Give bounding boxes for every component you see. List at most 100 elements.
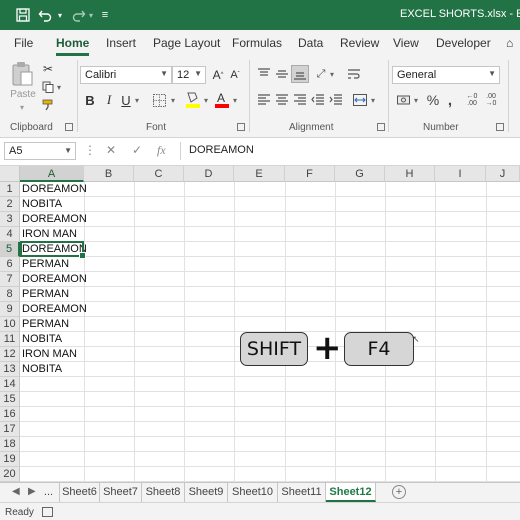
- paste-dropdown-icon[interactable]: ▾: [12, 102, 32, 112]
- sheet-tab-sheet12[interactable]: Sheet12: [326, 483, 376, 502]
- cut-icon[interactable]: ✂: [41, 62, 55, 76]
- row-header-14[interactable]: 14: [0, 377, 20, 392]
- cell-a12[interactable]: IRON MAN: [22, 347, 77, 362]
- align-top-icon[interactable]: [256, 66, 272, 82]
- enter-icon[interactable]: ✓: [132, 143, 142, 157]
- number-format-dropdown[interactable]: General ▼: [392, 66, 500, 84]
- align-right-icon[interactable]: [292, 92, 308, 108]
- row-header-15[interactable]: 15: [0, 392, 20, 407]
- row-header-1[interactable]: 1: [0, 182, 20, 197]
- merge-dropdown-icon[interactable]: ▾: [369, 94, 377, 106]
- sheet-tab-sheet10[interactable]: Sheet10: [228, 483, 278, 502]
- name-box[interactable]: A5 ▼: [4, 142, 76, 160]
- more-sheets-button[interactable]: ...: [38, 483, 60, 502]
- bold-icon[interactable]: B: [83, 92, 97, 108]
- insert-function-icon[interactable]: fx: [157, 143, 166, 158]
- font-color-dropdown-icon[interactable]: ▾: [231, 94, 239, 106]
- undo-icon[interactable]: [36, 6, 54, 24]
- column-header-d[interactable]: D: [184, 166, 234, 182]
- alignment-launcher-icon[interactable]: [377, 123, 385, 131]
- tab-formulas[interactable]: Formulas: [232, 36, 282, 50]
- row-header-4[interactable]: 4: [0, 227, 20, 242]
- sheet-tab-sheet6[interactable]: Sheet6: [60, 483, 100, 502]
- column-header-a[interactable]: A: [20, 166, 84, 182]
- format-painter-icon[interactable]: [41, 98, 55, 112]
- accessibility-icon[interactable]: [42, 507, 53, 517]
- underline-dropdown-icon[interactable]: ▾: [133, 94, 141, 106]
- row-header-8[interactable]: 8: [0, 287, 20, 302]
- row-header-20[interactable]: 20: [0, 467, 20, 482]
- accounting-format-icon[interactable]: [396, 92, 412, 108]
- column-header-e[interactable]: E: [234, 166, 285, 182]
- cell-a7[interactable]: DOREAMON: [22, 272, 87, 287]
- sheet-tab-sheet8[interactable]: Sheet8: [142, 483, 185, 502]
- font-launcher-icon[interactable]: [237, 123, 245, 131]
- underline-icon[interactable]: U: [119, 92, 133, 108]
- paste-icon[interactable]: [10, 60, 34, 88]
- row-header-5[interactable]: 5: [0, 242, 20, 257]
- row-header-12[interactable]: 12: [0, 347, 20, 362]
- borders-icon[interactable]: [151, 92, 167, 108]
- merge-center-icon[interactable]: [352, 92, 368, 108]
- accounting-dropdown-icon[interactable]: ▾: [412, 94, 420, 106]
- decrease-font-size-icon[interactable]: Aˇ: [228, 68, 242, 82]
- cell-a1[interactable]: DOREAMON: [22, 182, 87, 197]
- column-header-i[interactable]: I: [435, 166, 486, 182]
- align-middle-icon[interactable]: [274, 66, 290, 82]
- row-header-6[interactable]: 6: [0, 257, 20, 272]
- copy-dropdown-icon[interactable]: ▾: [55, 81, 63, 93]
- save-icon[interactable]: [14, 6, 32, 24]
- cell-a4[interactable]: IRON MAN: [22, 227, 77, 242]
- paste-label[interactable]: Paste: [8, 88, 38, 100]
- align-center-icon[interactable]: [274, 92, 290, 108]
- align-bottom-icon[interactable]: [291, 65, 309, 83]
- row-header-17[interactable]: 17: [0, 422, 20, 437]
- orientation-icon[interactable]: ⤢: [313, 66, 329, 82]
- row-header-7[interactable]: 7: [0, 272, 20, 287]
- decrease-decimal-icon[interactable]: .00 →0: [483, 92, 499, 108]
- row-header-16[interactable]: 16: [0, 407, 20, 422]
- cell-a13[interactable]: NOBITA: [22, 362, 62, 377]
- tab-page-layout[interactable]: Page Layout: [153, 36, 220, 50]
- cancel-icon[interactable]: ✕: [106, 143, 116, 157]
- cell-a10[interactable]: PERMAN: [22, 317, 69, 332]
- fill-color-dropdown-icon[interactable]: ▾: [202, 94, 210, 106]
- cell-a11[interactable]: NOBITA: [22, 332, 62, 347]
- column-header-b[interactable]: B: [84, 166, 134, 182]
- cell-a2[interactable]: NOBITA: [22, 197, 62, 212]
- column-header-f[interactable]: F: [285, 166, 335, 182]
- row-header-3[interactable]: 3: [0, 212, 20, 227]
- next-sheet-icon[interactable]: ▶: [28, 486, 36, 497]
- number-launcher-icon[interactable]: [496, 123, 504, 131]
- row-header-13[interactable]: 13: [0, 362, 20, 377]
- column-header-g[interactable]: G: [335, 166, 385, 182]
- row-header-18[interactable]: 18: [0, 437, 20, 452]
- tab-file[interactable]: File: [14, 36, 33, 50]
- sheet-tab-sheet9[interactable]: Sheet9: [185, 483, 228, 502]
- cell-a6[interactable]: PERMAN: [22, 257, 69, 272]
- tab-more-icon[interactable]: ⌂: [506, 36, 513, 50]
- increase-decimal-icon[interactable]: ←0.00: [464, 92, 480, 108]
- font-name-dropdown[interactable]: Calibri ▼: [80, 66, 172, 84]
- column-header-j[interactable]: J: [486, 166, 520, 182]
- column-header-h[interactable]: H: [385, 166, 435, 182]
- formula-input[interactable]: DOREAMON: [180, 142, 520, 160]
- row-header-19[interactable]: 19: [0, 452, 20, 467]
- increase-font-size-icon[interactable]: A ^: [211, 68, 225, 82]
- row-header-11[interactable]: 11: [0, 332, 20, 347]
- row-header-10[interactable]: 10: [0, 317, 20, 332]
- row-header-9[interactable]: 9: [0, 302, 20, 317]
- borders-dropdown-icon[interactable]: ▾: [169, 94, 177, 106]
- increase-indent-icon[interactable]: [328, 92, 344, 108]
- redo-dropdown-icon[interactable]: ▾: [86, 6, 96, 24]
- clipboard-launcher-icon[interactable]: [65, 123, 73, 131]
- cell-a3[interactable]: DOREAMON: [22, 212, 87, 227]
- previous-sheet-icon[interactable]: ◀: [12, 486, 20, 497]
- tab-review[interactable]: Review: [340, 36, 379, 50]
- fill-color-icon[interactable]: [185, 90, 201, 108]
- tab-data[interactable]: Data: [298, 36, 323, 50]
- align-left-icon[interactable]: [256, 92, 272, 108]
- undo-dropdown-icon[interactable]: ▾: [55, 6, 65, 24]
- tab-developer[interactable]: Developer: [436, 36, 491, 50]
- cell-a9[interactable]: DOREAMON: [22, 302, 87, 317]
